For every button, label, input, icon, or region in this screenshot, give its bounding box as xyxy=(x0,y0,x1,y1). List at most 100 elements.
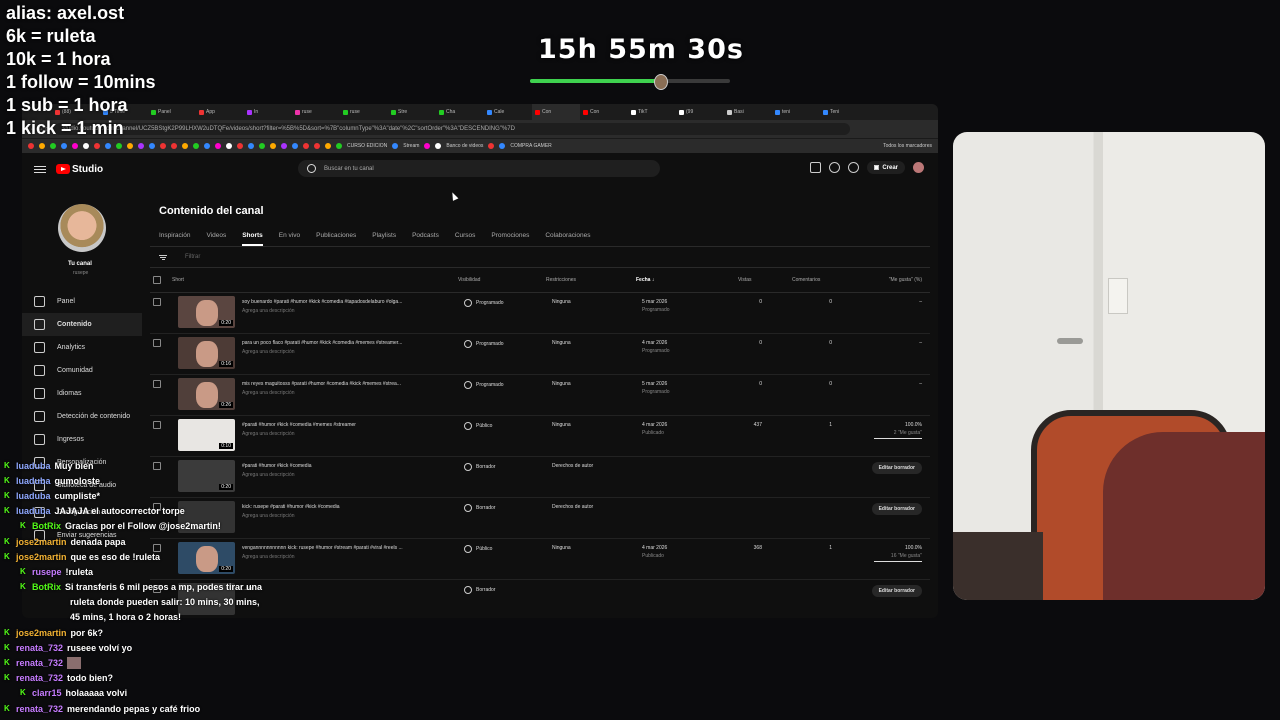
browser-tab[interactable]: TikT xyxy=(628,109,676,115)
content-tab[interactable]: Videos xyxy=(206,232,226,246)
video-title[interactable]: ...zle xyxy=(242,586,447,592)
visibility-cell[interactable]: Borrador xyxy=(464,586,495,594)
content-tab[interactable]: Publicaciones xyxy=(316,232,356,246)
bookmark-icon[interactable] xyxy=(281,143,287,149)
bookmark-icon[interactable] xyxy=(215,143,221,149)
chat-username[interactable]: luaduba xyxy=(16,461,51,471)
bookmark-icon[interactable] xyxy=(259,143,265,149)
col-short[interactable]: Short xyxy=(172,277,184,283)
bookmark-icon[interactable] xyxy=(314,143,320,149)
table-row[interactable]: 0:10 #parati #humor #kick #comedia #memes… xyxy=(150,416,930,457)
row-checkbox[interactable] xyxy=(153,421,161,429)
browser-tab[interactable]: (99 xyxy=(676,109,724,115)
filter-icon[interactable] xyxy=(159,254,167,261)
visibility-cell[interactable]: Público xyxy=(464,422,492,430)
browser-tab[interactable]: In xyxy=(244,109,292,115)
table-row[interactable]: 0:16 para un poco flaco #parati #humor #k… xyxy=(150,334,930,375)
table-row[interactable]: 0:20 vengannnnnnnnnnn kick: rusepe #humor… xyxy=(150,539,930,580)
video-title[interactable]: vengannnnnnnnnnn kick: rusepe #humor #st… xyxy=(242,545,447,551)
visibility-cell[interactable]: Público xyxy=(464,545,492,553)
bookmark-icon[interactable] xyxy=(127,143,133,149)
video-thumbnail[interactable]: 0:10 xyxy=(178,419,235,451)
bookmark-icon[interactable] xyxy=(138,143,144,149)
row-checkbox[interactable] xyxy=(153,298,161,306)
video-title[interactable]: #parati #humor #kick #comedia xyxy=(242,463,447,469)
col-visibility[interactable]: Visibilidad xyxy=(458,277,480,283)
video-title[interactable]: #parati #humor #kick #comedia #memes #st… xyxy=(242,422,447,428)
col-likes[interactable]: "Me gusta" (%) xyxy=(889,277,922,283)
all-bookmarks-link[interactable]: Todos los marcadores xyxy=(883,143,932,149)
bookmark-icon[interactable] xyxy=(424,143,431,149)
table-row[interactable]: 0:26 mis reyes maguitosss #parati #humor … xyxy=(150,375,930,416)
chat-username[interactable]: renata_732 xyxy=(16,673,63,683)
filter-input[interactable]: Filtrar xyxy=(185,254,200,260)
help-icon[interactable] xyxy=(828,162,840,173)
bookmark-icon[interactable] xyxy=(193,143,199,149)
bookmark-icon[interactable] xyxy=(435,143,442,149)
visibility-cell[interactable]: Borrador xyxy=(464,504,495,512)
bookmark-icon[interactable] xyxy=(292,143,298,149)
bookmark-icon[interactable] xyxy=(116,143,122,149)
video-title[interactable]: para un poco flaco #parati #humor #kick … xyxy=(242,340,447,346)
bookmark-icon[interactable] xyxy=(488,143,495,149)
browser-tab[interactable]: Cha xyxy=(436,109,484,115)
chat-username[interactable]: renata_732 xyxy=(16,658,63,668)
row-checkbox[interactable] xyxy=(153,380,161,388)
edit-draft-button[interactable]: Editar borrador xyxy=(871,585,922,597)
content-tab[interactable]: Promociones xyxy=(491,232,529,246)
chat-username[interactable]: jose2martin xyxy=(16,537,67,547)
search-input[interactable]: Buscar en tu canal xyxy=(298,160,660,177)
filter-row[interactable]: Filtrar xyxy=(150,246,930,268)
browser-tab[interactable]: ruse xyxy=(292,109,340,115)
chat-username[interactable]: BotRix xyxy=(32,521,61,531)
browser-tab[interactable]: ruse xyxy=(340,109,388,115)
bookmark-icon[interactable] xyxy=(160,143,166,149)
table-row[interactable]: ...zle Borrador Editar borrador xyxy=(150,580,930,618)
sidebar-item[interactable]: Panel xyxy=(22,290,142,313)
browser-tab[interactable]: Con xyxy=(580,109,628,115)
chat-username[interactable]: luaduba xyxy=(16,476,51,486)
bookmark-link[interactable]: CURSO EDICION xyxy=(347,143,387,149)
content-tab[interactable]: Cursos xyxy=(455,232,476,246)
bookmark-link[interactable]: Banco de videos xyxy=(446,143,483,149)
notifications-icon[interactable] xyxy=(847,162,859,173)
bookmark-icon[interactable] xyxy=(499,143,506,149)
chat-username[interactable]: jose2martin xyxy=(16,628,67,638)
chat-username[interactable]: renata_732 xyxy=(16,643,63,653)
chat-username[interactable]: rusepe xyxy=(32,567,62,577)
select-all-checkbox[interactable] xyxy=(153,276,161,284)
video-thumbnail[interactable]: 0:26 xyxy=(178,378,235,410)
browser-tab[interactable]: App xyxy=(196,109,244,115)
col-restrictions[interactable]: Restricciones xyxy=(546,277,576,283)
studio-logo[interactable]: Studio xyxy=(56,164,103,175)
visibility-cell[interactable]: Programado xyxy=(464,299,504,307)
content-tab[interactable]: Shorts xyxy=(242,232,263,246)
chat-username[interactable]: renata_732 xyxy=(16,704,63,714)
edit-draft-button[interactable]: Editar borrador xyxy=(871,503,922,515)
content-tab[interactable]: En vivo xyxy=(279,232,300,246)
browser-tab[interactable]: Con xyxy=(532,104,580,120)
visibility-cell[interactable]: Programado xyxy=(464,381,504,389)
bookmark-icon[interactable] xyxy=(105,143,111,149)
content-tab[interactable]: Inspiración xyxy=(159,232,190,246)
browser-tab[interactable]: Cale xyxy=(484,109,532,115)
create-button[interactable]: ▣ Crear xyxy=(866,161,905,174)
chat-username[interactable]: BotRix xyxy=(32,582,61,592)
edit-draft-button[interactable]: Editar borrador xyxy=(871,462,922,474)
url-input[interactable]: studio.youtube.com/channel/UCZ5BStgK2P99… xyxy=(54,123,850,135)
content-tab[interactable]: Playlists xyxy=(372,232,396,246)
bookmark-icon[interactable] xyxy=(72,143,78,149)
chat-username[interactable]: clarr15 xyxy=(32,688,62,698)
bookmark-icon[interactable] xyxy=(303,143,309,149)
bookmark-icon[interactable] xyxy=(39,143,45,149)
bookmark-icon[interactable] xyxy=(248,143,254,149)
menu-icon[interactable] xyxy=(34,164,46,175)
content-tab[interactable]: Colaboraciones xyxy=(545,232,590,246)
bookmark-icon[interactable] xyxy=(61,143,67,149)
browser-tab[interactable]: teni xyxy=(772,109,820,115)
video-title[interactable]: soy buenardo #parati #humor #kick #comed… xyxy=(242,299,447,305)
video-thumbnail[interactable]: 0:16 xyxy=(178,337,235,369)
sidebar-item[interactable]: Ingresos xyxy=(22,428,142,451)
table-row[interactable]: 0:20 soy buenardo #parati #humor #kick #c… xyxy=(150,293,930,334)
video-thumbnail[interactable]: 0:20 xyxy=(178,296,235,328)
